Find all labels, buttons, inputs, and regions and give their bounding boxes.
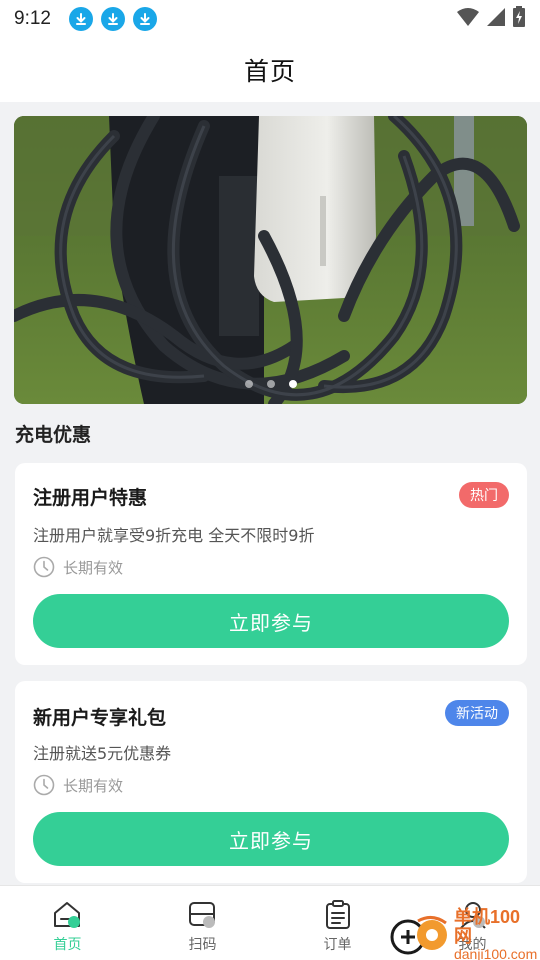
- join-button[interactable]: 立即参与: [33, 594, 509, 648]
- tab-home[interactable]: 首页: [0, 886, 135, 960]
- tab-label: 首页: [53, 937, 82, 953]
- tab-scan[interactable]: 扫码: [135, 886, 270, 960]
- download-icon: [100, 7, 125, 31]
- site-watermark: 单机100网 danji100.com: [388, 907, 538, 960]
- watermark-text: 单机100网 danji100.com: [453, 906, 538, 960]
- battery-charging-icon: [512, 6, 526, 32]
- section-title: 充电优惠: [15, 424, 92, 446]
- page-title: 首页: [243, 57, 296, 86]
- order-icon: [325, 900, 350, 929]
- carousel-dot-active[interactable]: [288, 380, 297, 388]
- download-icon: [132, 7, 157, 31]
- carousel-dot[interactable]: [244, 380, 253, 388]
- validity-label: 长期有效: [63, 776, 124, 795]
- promotion-title: 注册用户特惠: [33, 487, 148, 509]
- carousel-indicator: [14, 380, 527, 388]
- watermark-line2: danji100.com: [453, 946, 538, 960]
- tab-orders[interactable]: 订单: [270, 886, 405, 960]
- new-badge: 新活动: [445, 700, 509, 726]
- validity-label: 长期有效: [63, 558, 124, 577]
- promotion-card: 新用户专享礼包 新活动 注册就送5元优惠券 长期有效 立即参与: [15, 681, 527, 883]
- home-icon: [53, 902, 80, 928]
- signal-icon: [486, 7, 506, 31]
- clock-icon: [33, 774, 55, 796]
- promotion-description: 注册就送5元优惠券: [33, 744, 172, 763]
- promotion-validity: 长期有效: [33, 774, 123, 796]
- promotion-card: 注册用户特惠 热门 注册用户就享受9折充电 全天不限时9折 长期有效 立即参与: [15, 463, 527, 665]
- watermark-logo: [390, 916, 447, 955]
- tab-label: 订单: [323, 937, 352, 953]
- wifi-icon: [456, 7, 480, 31]
- tab-label: 扫码: [188, 937, 217, 953]
- banner-carousel[interactable]: [14, 116, 527, 404]
- hot-badge: 热门: [459, 482, 509, 508]
- status-bar: 9:12: [0, 0, 540, 38]
- join-button[interactable]: 立即参与: [33, 812, 509, 866]
- watermark-line1: 单机100网: [453, 906, 521, 947]
- app-header: 首页: [0, 38, 540, 102]
- scan-icon: [188, 902, 215, 928]
- clock-icon: [33, 556, 55, 578]
- status-time: 9:12: [14, 8, 51, 29]
- download-icon: [68, 7, 93, 31]
- promotion-description: 注册用户就享受9折充电 全天不限时9折: [33, 526, 315, 545]
- promotion-validity: 长期有效: [33, 556, 123, 578]
- promotion-title: 新用户专享礼包: [33, 707, 167, 729]
- carousel-dot[interactable]: [266, 380, 275, 388]
- banner-image: [14, 116, 527, 404]
